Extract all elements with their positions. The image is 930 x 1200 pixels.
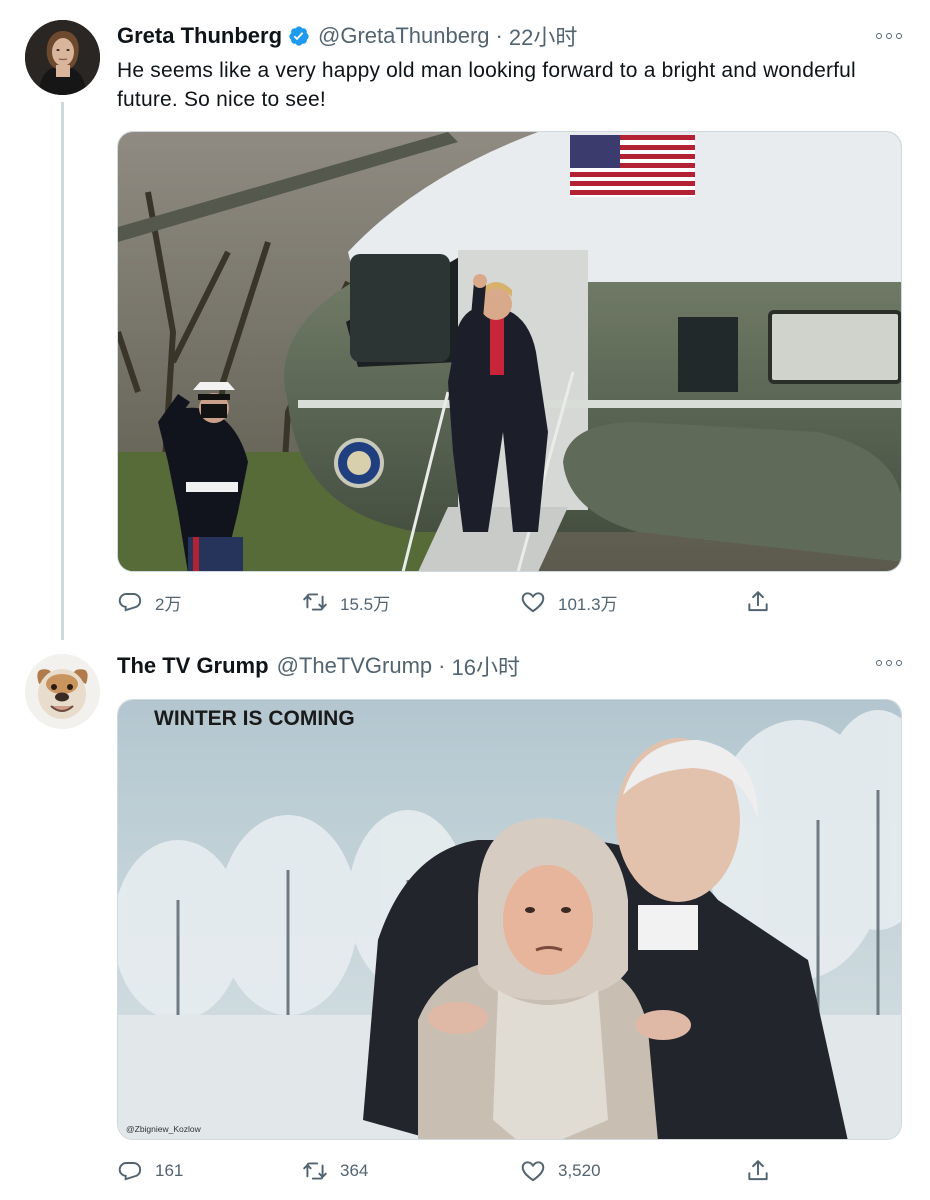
like-count: 3,520 <box>558 1161 601 1180</box>
author-handle[interactable]: @GretaThunberg <box>318 23 490 49</box>
tweet-photo-helicopter[interactable] <box>117 131 902 572</box>
like-icon <box>521 592 545 613</box>
meme-caption: WINTER IS COMING <box>154 707 355 730</box>
timestamp[interactable]: 22小时 <box>509 20 577 52</box>
reply-icon <box>118 593 142 612</box>
share-icon <box>748 591 768 612</box>
helicopter-photo <box>118 132 901 571</box>
share-icon <box>748 1160 768 1181</box>
retweet-button[interactable]: 15.5万 <box>302 589 390 615</box>
avatar-portrait <box>25 20 100 95</box>
separator-dot: · <box>495 23 503 48</box>
share-button[interactable] <box>745 589 771 615</box>
tweet-greta[interactable]: Greta Thunberg @GretaThunberg · 22小时 He … <box>0 0 930 640</box>
tweet-actions: 161 364 3,520 <box>117 1158 787 1188</box>
reply-count: 2万 <box>155 594 182 614</box>
verified-badge-icon <box>288 25 310 47</box>
tweet-photo-meme[interactable]: WINTER IS COMING @Zbigniew_Kozlow <box>117 699 902 1140</box>
tweet-actions: 2万 15.5万 101.3万 <box>117 589 787 619</box>
winter-meme-image: WINTER IS COMING @Zbigniew_Kozlow <box>118 700 901 1139</box>
meme-credit: @Zbigniew_Kozlow <box>126 1124 202 1134</box>
author-name[interactable]: Greta Thunberg <box>117 23 282 49</box>
us-flag <box>570 135 695 197</box>
tweet-tvgrump[interactable]: The TV Grump @TheTVGrump · 16小时 WINTER I… <box>0 640 930 1200</box>
tweet-header: Greta Thunberg @GretaThunberg · 22小时 <box>117 22 577 50</box>
reply-button[interactable]: 161 <box>117 1158 183 1184</box>
author-name[interactable]: The TV Grump <box>117 653 269 679</box>
reply-count: 161 <box>155 1161 184 1180</box>
timestamp[interactable]: 16小时 <box>451 650 519 682</box>
retweet-count: 15.5万 <box>340 594 391 614</box>
like-icon <box>521 1161 545 1182</box>
retweet-button[interactable]: 364 <box>302 1158 368 1184</box>
retweet-count: 364 <box>340 1161 369 1180</box>
avatar[interactable] <box>25 20 100 95</box>
reply-button[interactable]: 2万 <box>117 589 181 615</box>
separator-dot: · <box>438 653 446 678</box>
more-icon[interactable] <box>876 31 902 41</box>
like-button[interactable]: 101.3万 <box>520 589 618 615</box>
retweet-icon <box>303 593 327 611</box>
share-button[interactable] <box>745 1158 771 1184</box>
more-icon[interactable] <box>876 658 902 668</box>
tweet-text: He seems like a very happy old man looki… <box>117 59 856 111</box>
like-button[interactable]: 3,520 <box>520 1158 601 1184</box>
retweet-icon <box>303 1162 327 1180</box>
tweet-header: The TV Grump @TheTVGrump · 16小时 <box>117 652 520 680</box>
avatar[interactable] <box>25 654 100 729</box>
bulldog-avatar <box>25 654 100 729</box>
thread-line <box>61 102 64 640</box>
like-count: 101.3万 <box>558 594 618 614</box>
author-handle[interactable]: @TheTVGrump <box>277 653 433 679</box>
reply-icon <box>118 1162 142 1181</box>
